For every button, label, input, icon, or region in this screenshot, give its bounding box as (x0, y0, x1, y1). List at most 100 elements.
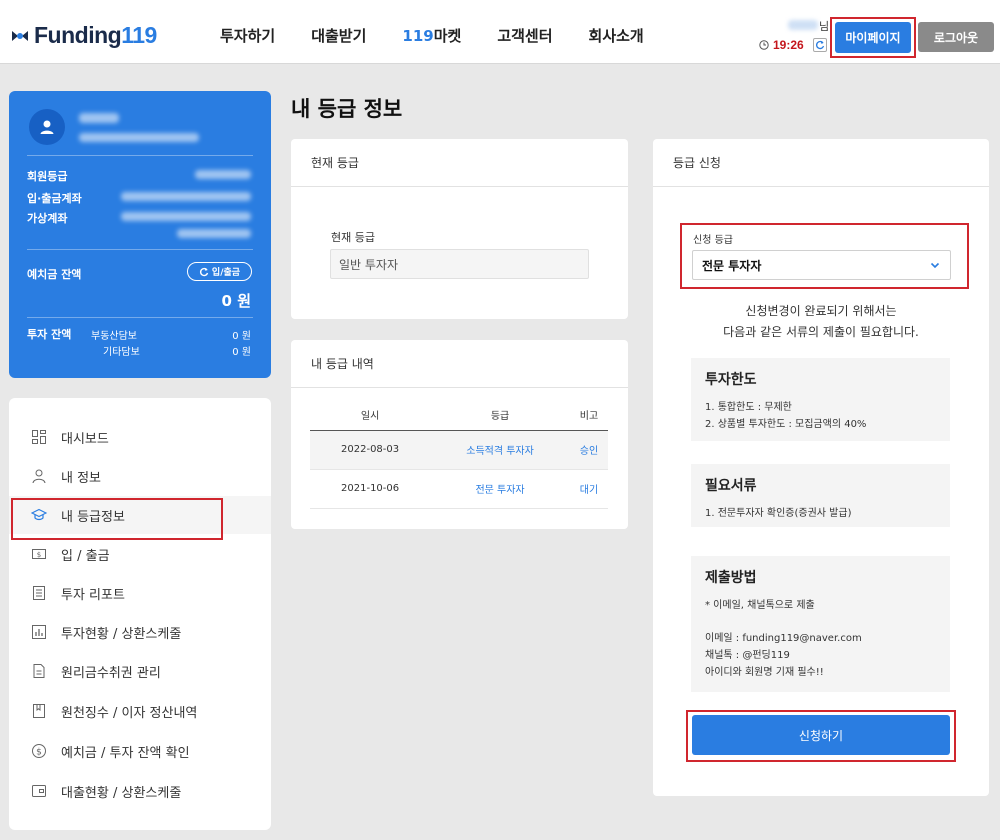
nav-about[interactable]: 회사소개 (589, 25, 644, 46)
row-note[interactable]: 대기 (569, 469, 608, 509)
current-grade-header: 현재 등급 (291, 139, 628, 187)
invest-amount-other: 0 원 (232, 347, 251, 358)
notice-line-2: 다음과 같은 서류의 제출이 필요합니다. (723, 325, 919, 339)
menu-balance-check[interactable]: $ 예치금 / 투자 잔액 확인 (9, 732, 271, 770)
logo[interactable]: Funding119 (10, 22, 157, 49)
nav-market[interactable]: 119마켓 (402, 25, 461, 46)
logo-text: Funding119 (34, 22, 157, 48)
user-session: 님 19:26 (758, 18, 832, 58)
profile-divider (27, 317, 253, 318)
menu-invest-report[interactable]: 투자 리포트 (9, 574, 271, 612)
grade-apply-card: 등급 신청 신청 등급 전문 투자자 신청변경이 완료되기 위해서는 다음과 같… (653, 139, 989, 796)
side-menu: 대시보드 내 정보 내 등급정보 $ 입 / 출금 투자 리포트 투자현황 / … (9, 398, 271, 830)
clock-icon (759, 40, 769, 50)
table-row: 2022-08-03 소득적격 투자자 승인 (310, 430, 608, 470)
user-avatar-icon (40, 120, 54, 134)
menu-label: 내 정보 (61, 470, 102, 486)
menu-label: 내 등급정보 (61, 509, 125, 525)
menu-label: 투자현황 / 상환스케줄 (61, 626, 182, 642)
current-grade-label: 현재 등급 (331, 231, 375, 244)
nav-support[interactable]: 고객센터 (497, 25, 552, 46)
menu-my-info[interactable]: 내 정보 (9, 457, 271, 495)
logo-mark-icon (12, 30, 28, 41)
graduation-cap-icon (31, 508, 47, 521)
account-value-blurred (121, 192, 251, 201)
grade-select-value: 전문 투자자 (702, 258, 762, 273)
current-grade-field: 일반 투자자 (330, 249, 589, 279)
row-grade[interactable]: 소득적격 투자자 (430, 430, 570, 470)
bookmark-icon (33, 704, 45, 718)
virtual-account-blurred (121, 212, 251, 221)
account-label: 입·출금계좌 (27, 192, 82, 205)
docs-line: 1. 전문투자자 확인증(증권사 발급) (705, 508, 852, 519)
row-note[interactable]: 승인 (569, 430, 608, 470)
current-grade-card: 현재 등급 현재 등급 일반 투자자 (291, 139, 628, 319)
virtual-account-label: 가상계좌 (27, 212, 68, 225)
mypage-highlight-box: 마이페이지 (830, 17, 916, 58)
limit-line: 1. 통합한도 : 무제한 (705, 402, 792, 413)
money-icon: $ (32, 549, 46, 559)
menu-invest-status[interactable]: 투자현황 / 상환스케줄 (9, 613, 271, 651)
menu-my-grade[interactable]: 내 등급정보 (9, 496, 271, 534)
deposit-button-label: 입/출금 (211, 268, 241, 278)
invest-label: 투자 잔액 (27, 328, 72, 341)
method-title: 제출방법 (705, 570, 757, 586)
invest-type-other: 기타담보 (103, 347, 140, 358)
menu-receivables[interactable]: 원리금수취권 관리 (9, 652, 271, 690)
grade-history-header: 내 등급 내역 (291, 340, 628, 388)
method-note: * 이메일, 채널톡으로 제출 (705, 600, 815, 611)
nav-loan[interactable]: 대출받기 (311, 25, 366, 46)
menu-label: 예치금 / 투자 잔액 확인 (61, 745, 190, 761)
menu-deposit-withdraw[interactable]: $ 입 / 출금 (9, 535, 271, 573)
notice-line-1: 신청변경이 완료되기 위해서는 (745, 304, 897, 318)
wallet-icon (32, 785, 46, 797)
virtual-account-blurred-2 (177, 229, 251, 238)
col-note: 비고 (569, 400, 608, 431)
menu-label: 투자 리포트 (61, 587, 125, 603)
row-date: 2021-10-06 (310, 469, 431, 509)
grade-select[interactable]: 전문 투자자 (692, 250, 951, 280)
invest-type-realestate: 부동산담보 (91, 331, 137, 342)
menu-label: 대출현황 / 상환스케줄 (61, 785, 182, 801)
logout-button[interactable]: 로그아웃 (918, 22, 994, 52)
docs-title: 필요서류 (705, 478, 757, 494)
svg-text:$: $ (36, 748, 42, 758)
menu-label: 입 / 출금 (61, 548, 110, 564)
method-line: 채널톡 : @펀딩119 (705, 650, 790, 661)
menu-dashboard[interactable]: 대시보드 (9, 418, 271, 456)
deposit-label: 예치금 잔액 (27, 268, 82, 281)
mypage-button[interactable]: 마이페이지 (835, 22, 911, 53)
profile-divider (27, 155, 253, 156)
deposit-balance: 0 원 (221, 292, 251, 310)
limit-line: 2. 상품별 투자한도 : 모집금액의 40% (705, 419, 867, 430)
deposit-withdraw-button[interactable]: 입/출금 (187, 262, 252, 281)
method-info-box: 제출방법 * 이메일, 채널톡으로 제출 이메일 : funding119@na… (691, 556, 950, 692)
grade-label: 회원등급 (27, 170, 68, 183)
refresh-icon (199, 267, 209, 276)
top-header: Funding119 투자하기 대출받기 119마켓 고객센터 회사소개 님 1… (0, 0, 1000, 64)
grade-select-highlight-box: 신청 등급 전문 투자자 (680, 223, 969, 289)
dashboard-icon (32, 430, 46, 444)
grade-history-card: 내 등급 내역 일시 등급 비고 2022-08-03 소득적격 투자자 승인 … (291, 340, 628, 529)
submit-apply-button[interactable]: 신청하기 (692, 715, 950, 755)
col-grade: 등급 (430, 400, 570, 431)
refresh-icon (816, 40, 825, 50)
grade-history-table: 일시 등급 비고 2022-08-03 소득적격 투자자 승인 2021-10-… (310, 400, 608, 509)
invest-amount-realestate: 0 원 (232, 331, 251, 342)
limit-title: 투자한도 (705, 372, 757, 388)
grade-select-label: 신청 등급 (693, 235, 733, 246)
chevron-down-icon (930, 262, 940, 269)
menu-label: 대시보드 (61, 431, 109, 447)
svg-text:$: $ (37, 551, 41, 559)
profile-card: 회원등급 입·출금계좌 가상계좌 예치금 잔액 입/출금 0 원 투자 잔액 부… (9, 91, 271, 378)
menu-label: 원리금수취권 관리 (61, 665, 161, 681)
user-suffix: 님 (819, 20, 830, 33)
limit-info-box: 투자한도 1. 통합한도 : 무제한 2. 상품별 투자한도 : 모집금액의 4… (691, 358, 950, 441)
bar-chart-icon (32, 625, 46, 639)
menu-loan-status[interactable]: 대출현황 / 상환스케줄 (9, 772, 271, 810)
row-grade[interactable]: 전문 투자자 (430, 469, 570, 509)
menu-withholding[interactable]: 원천징수 / 이자 정산내역 (9, 692, 271, 730)
session-refresh-button[interactable] (813, 38, 827, 52)
nav-invest[interactable]: 투자하기 (220, 25, 275, 46)
submit-highlight-box: 신청하기 (686, 710, 956, 762)
